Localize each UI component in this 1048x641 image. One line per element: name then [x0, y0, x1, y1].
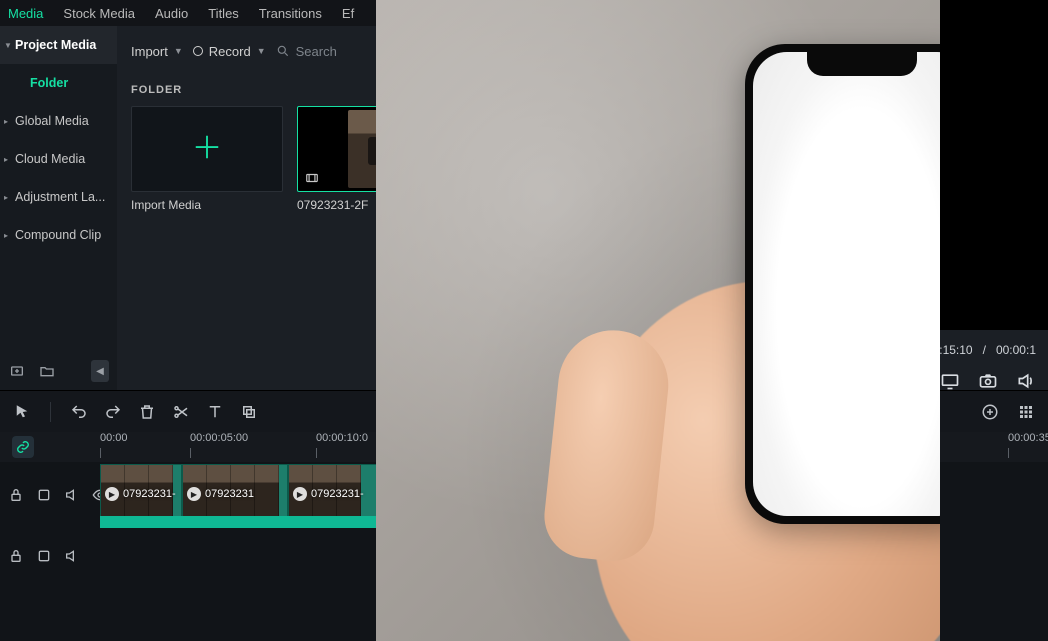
sidebar-item-label: Global Media [15, 114, 89, 128]
clip-label: 07923231- [311, 488, 364, 500]
tab-transitions[interactable]: Transitions [259, 6, 322, 21]
tab-titles[interactable]: Titles [208, 6, 239, 21]
view-options-icon[interactable] [1016, 402, 1036, 422]
sidebar-item-label: Project Media [15, 38, 96, 52]
import-dropdown[interactable]: Import ▼ [131, 44, 183, 59]
card-label: Import Media [131, 198, 283, 212]
chevron-right-icon: ▸ [4, 231, 8, 240]
sidebar-item-label: Adjustment La... [15, 190, 105, 204]
tab-audio[interactable]: Audio [155, 6, 188, 21]
target-icon[interactable] [36, 548, 52, 564]
crop-icon[interactable] [239, 402, 259, 422]
tab-media[interactable]: Media [8, 6, 43, 21]
delete-icon[interactable] [137, 402, 157, 422]
sidebar-item-project-media[interactable]: ▼ Project Media [0, 26, 117, 64]
text-icon[interactable] [205, 402, 225, 422]
sidebar-item-global-media[interactable]: ▸ Global Media [0, 102, 117, 140]
timeline-clip[interactable]: ▶ 07923231- [100, 464, 182, 524]
redo-icon[interactable] [103, 402, 123, 422]
lock-icon[interactable] [8, 487, 24, 503]
audio-waveform-strip [100, 516, 378, 528]
target-icon[interactable] [36, 487, 52, 503]
new-bin-icon[interactable] [8, 362, 26, 380]
tab-stock-media[interactable]: Stock Media [63, 6, 135, 21]
play-icon: ▶ [293, 487, 307, 501]
search-placeholder: Search [296, 44, 337, 59]
chevron-right-icon: ▸ [4, 117, 8, 126]
chevron-down-icon: ▼ [257, 46, 266, 56]
clip-label: 07923231 [205, 488, 254, 500]
video-icon [304, 171, 320, 185]
add-track-icon[interactable] [980, 402, 1000, 422]
chevron-right-icon: ▸ [4, 193, 8, 202]
chevron-down-icon: ▼ [174, 46, 183, 56]
play-icon: ▶ [105, 487, 119, 501]
timeline-clip[interactable]: ▶ 07923231 [182, 464, 288, 524]
search-input[interactable]: Search [276, 44, 337, 59]
search-icon [276, 44, 290, 58]
foreground-overlay-image [376, 0, 940, 641]
link-toggle-icon[interactable] [12, 436, 34, 458]
sidebar-item-compound-clip[interactable]: ▸ Compound Clip [0, 216, 117, 254]
ruler-tick-label: 00:00 [100, 432, 128, 444]
play-icon: ▶ [187, 487, 201, 501]
track-header [0, 487, 100, 503]
mute-icon[interactable] [64, 548, 80, 564]
mute-icon[interactable] [64, 487, 80, 503]
record-label: Record [209, 44, 251, 59]
snapshot-icon[interactable] [978, 371, 998, 391]
preview-time-display: 0:15:10 / 00:00:1 [933, 335, 1048, 365]
clip-label: 07923231- [123, 488, 176, 500]
time-separator: / [983, 343, 986, 357]
sidebar-item-label: Folder [30, 76, 68, 90]
ruler-tick-label: 00:00:05:00 [190, 432, 248, 444]
plus-icon [192, 132, 222, 167]
volume-icon[interactable] [1016, 371, 1036, 391]
import-label: Import [131, 44, 168, 59]
preview-viewport [940, 0, 1048, 330]
lock-icon[interactable] [8, 548, 24, 564]
ruler-tick-label: 00:00:10:0 [316, 432, 368, 444]
tab-effects[interactable]: Ef [342, 6, 354, 21]
new-folder-icon[interactable] [38, 362, 56, 380]
sidebar-item-folder[interactable]: Folder [0, 64, 117, 102]
sidebar-item-label: Compound Clip [15, 228, 101, 242]
total-time: 00:00:1 [996, 343, 1036, 357]
sidebar-bottom-tools: ◀ [0, 352, 117, 390]
screen-icon[interactable] [940, 371, 960, 391]
sidebar: ▼ Project Media Folder ▸ Global Media ▸ … [0, 26, 117, 390]
sidebar-item-cloud-media[interactable]: ▸ Cloud Media [0, 140, 117, 178]
collapse-sidebar-button[interactable]: ◀ [91, 360, 109, 382]
chevron-right-icon: ▸ [4, 155, 8, 164]
phone-mockup [745, 44, 940, 524]
ruler-tick-label: 00:00:35:00 [1008, 432, 1048, 444]
sidebar-item-adjustment-layer[interactable]: ▸ Adjustment La... [0, 178, 117, 216]
record-icon [193, 46, 203, 56]
import-media-card[interactable]: Import Media [131, 106, 283, 212]
timeline-clip[interactable]: ▶ 07923231- [288, 464, 378, 524]
split-icon[interactable] [171, 402, 191, 422]
track-header [0, 548, 100, 564]
pointer-tool-icon[interactable] [12, 402, 32, 422]
record-dropdown[interactable]: Record ▼ [193, 44, 266, 59]
chevron-down-icon: ▼ [4, 41, 12, 50]
preview-tools [940, 366, 1048, 396]
sidebar-item-label: Cloud Media [15, 152, 85, 166]
clip-row: ▶ 07923231- ▶ 07923231 ▶ 07923231- [100, 464, 378, 524]
undo-icon[interactable] [69, 402, 89, 422]
